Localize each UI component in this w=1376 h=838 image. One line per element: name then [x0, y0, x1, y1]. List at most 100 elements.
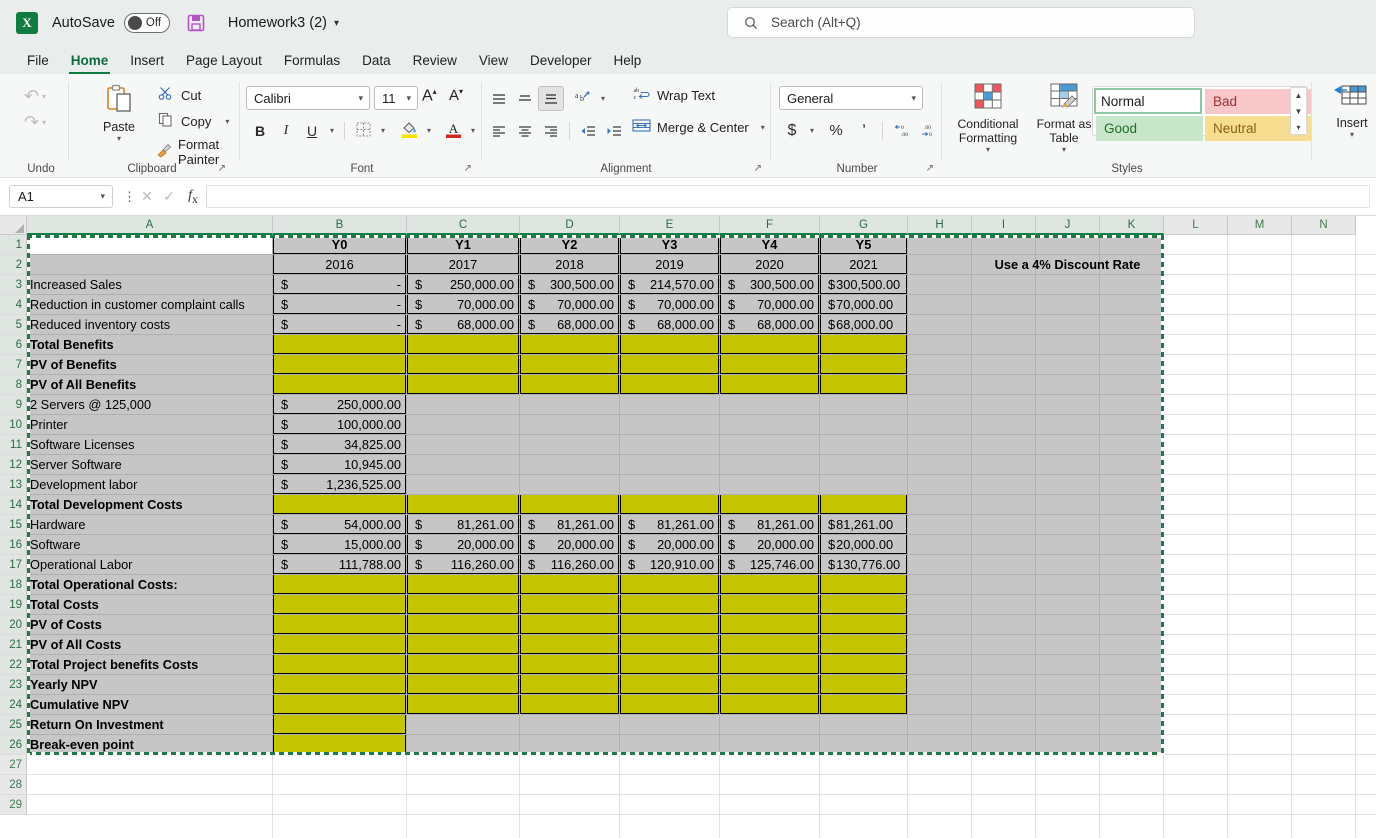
column-header-b[interactable]: B: [273, 216, 407, 235]
cell-r24-cE[interactable]: [620, 695, 719, 714]
cell-r14-cC[interactable]: [407, 495, 519, 514]
borders-chevron-down-icon[interactable]: ▾: [376, 118, 390, 143]
cell-style-good[interactable]: Good: [1096, 116, 1203, 141]
font-size-select[interactable]: 11 ▾: [374, 86, 418, 110]
row-header-15[interactable]: 15: [0, 515, 27, 535]
insert-cells-button[interactable]: Insert ▾: [1328, 83, 1376, 139]
cell-discount-rate-note[interactable]: Use a 4% Discount Rate: [972, 255, 1163, 274]
cell-label-row-7[interactable]: PV of Benefits: [27, 355, 272, 374]
cell-r6-cG[interactable]: [820, 335, 907, 354]
cell-r4-cD[interactable]: $70,000.00: [520, 295, 619, 314]
increase-indent-button[interactable]: [601, 118, 627, 143]
column-header-j[interactable]: J: [1036, 216, 1100, 235]
cell-year-header-y3[interactable]: Y3: [620, 235, 719, 254]
cell-r15-cE[interactable]: $81,261.00: [620, 515, 719, 534]
row-header-23[interactable]: 23: [0, 675, 27, 695]
cell-label-row-20[interactable]: PV of Costs: [27, 615, 272, 634]
row-header-6[interactable]: 6: [0, 335, 27, 355]
merge-center-chevron-down-icon[interactable]: ▾: [761, 123, 765, 132]
cell-r23-cB[interactable]: [273, 675, 406, 694]
cell-r20-cC[interactable]: [407, 615, 519, 634]
row-header-20[interactable]: 20: [0, 615, 27, 635]
cell-label-row-18[interactable]: Total Operational Costs:: [27, 575, 272, 594]
cell-r4-cF[interactable]: $70,000.00: [720, 295, 819, 314]
cell-r20-cD[interactable]: [520, 615, 619, 634]
fill-color-button[interactable]: [396, 118, 422, 143]
decrease-font-size-button[interactable]: A▾: [449, 87, 463, 104]
tab-page-layout[interactable]: Page Layout: [175, 51, 273, 74]
fx-icon[interactable]: fx: [180, 188, 206, 206]
decrease-decimal-button[interactable]: .00 0: [914, 118, 940, 143]
cell-r16-cC[interactable]: $20,000.00: [407, 535, 519, 554]
row-header-8[interactable]: 8: [0, 375, 27, 395]
cell-year-value-2019[interactable]: 2019: [620, 255, 719, 274]
column-header-c[interactable]: C: [407, 216, 520, 235]
cell-r18-cD[interactable]: [520, 575, 619, 594]
row-header-5[interactable]: 5: [0, 315, 27, 335]
cell-r14-cB[interactable]: [273, 495, 406, 514]
cell-r14-cF[interactable]: [720, 495, 819, 514]
row-header-14[interactable]: 14: [0, 495, 27, 515]
confirm-icon[interactable]: ✓: [158, 188, 180, 205]
currency-chevron-down-icon[interactable]: ▾: [805, 118, 819, 143]
percent-format-button[interactable]: %: [823, 118, 849, 143]
row-header-9[interactable]: 9: [0, 395, 27, 415]
cell-r19-cC[interactable]: [407, 595, 519, 614]
cell-r8-cF[interactable]: [720, 375, 819, 394]
cell-style-normal-selected[interactable]: Normal: [1094, 88, 1202, 114]
document-title[interactable]: Homework3 (2): [228, 15, 327, 31]
cell-r20-cB[interactable]: [273, 615, 406, 634]
paste-button[interactable]: Paste ▾: [90, 83, 148, 143]
cell-r14-cD[interactable]: [520, 495, 619, 514]
tab-file[interactable]: File: [16, 51, 60, 74]
cell-year-header-y4[interactable]: Y4: [720, 235, 819, 254]
cell-year-value-2021[interactable]: 2021: [820, 255, 907, 274]
cell-r15-cF[interactable]: $81,261.00: [720, 515, 819, 534]
underline-button[interactable]: U: [299, 118, 325, 143]
search-box[interactable]: Search (Alt+Q): [727, 7, 1195, 38]
cell-r22-cD[interactable]: [520, 655, 619, 674]
undo-chevron-down-icon[interactable]: ▾: [42, 92, 46, 101]
cell-r22-cB[interactable]: [273, 655, 406, 674]
styles-scroll[interactable]: ▲ ▼ ▾: [1290, 87, 1307, 135]
cell-r3-cG[interactable]: $300,500.00: [820, 275, 907, 294]
cell-r17-cG[interactable]: $130,776.00: [820, 555, 907, 574]
cell-r23-cE[interactable]: [620, 675, 719, 694]
row-header-28[interactable]: 28: [0, 775, 27, 795]
cell-r7-cB[interactable]: [273, 355, 406, 374]
cell-r18-cE[interactable]: [620, 575, 719, 594]
row-header-22[interactable]: 22: [0, 655, 27, 675]
cell-r4-cE[interactable]: $70,000.00: [620, 295, 719, 314]
tab-data[interactable]: Data: [351, 51, 402, 74]
row-header-4[interactable]: 4: [0, 295, 27, 315]
cell-r3-cB[interactable]: $ -: [273, 275, 406, 294]
column-header-g[interactable]: G: [820, 216, 908, 235]
cell-r6-cC[interactable]: [407, 335, 519, 354]
cell-r7-cD[interactable]: [520, 355, 619, 374]
cell-r18-cC[interactable]: [407, 575, 519, 594]
format-as-table-button[interactable]: Format as Table ▾: [1032, 82, 1096, 154]
cell-label-row-13[interactable]: Development labor: [27, 475, 272, 494]
row-header-21[interactable]: 21: [0, 635, 27, 655]
fill-color-chevron-down-icon[interactable]: ▾: [422, 118, 436, 143]
redo-button[interactable]: ↷ ▾: [24, 112, 46, 133]
underline-chevron-down-icon[interactable]: ▾: [325, 118, 339, 143]
cell-label-row-6[interactable]: Total Benefits: [27, 335, 272, 354]
tab-view[interactable]: View: [468, 51, 519, 74]
cell-r7-cC[interactable]: [407, 355, 519, 374]
number-dialog-launcher[interactable]: ↗: [926, 163, 934, 174]
align-middle-button[interactable]: [512, 86, 538, 111]
styles-scroll-down-icon[interactable]: ▼: [1291, 104, 1306, 119]
column-header-e[interactable]: E: [620, 216, 720, 235]
cell-r22-cF[interactable]: [720, 655, 819, 674]
cell-r17-cE[interactable]: $120,910.00: [620, 555, 719, 574]
copy-chevron-down-icon[interactable]: ▾: [225, 117, 229, 126]
cell-r10-cB[interactable]: $100,000.00: [273, 415, 406, 434]
row-header-27[interactable]: 27: [0, 755, 27, 775]
cell-r21-cF[interactable]: [720, 635, 819, 654]
cell-r7-cF[interactable]: [720, 355, 819, 374]
row-header-26[interactable]: 26: [0, 735, 27, 755]
select-all-corner[interactable]: [0, 216, 27, 235]
copy-button[interactable]: Copy ▾: [156, 112, 229, 130]
styles-more-icon[interactable]: ▾: [1291, 120, 1306, 135]
